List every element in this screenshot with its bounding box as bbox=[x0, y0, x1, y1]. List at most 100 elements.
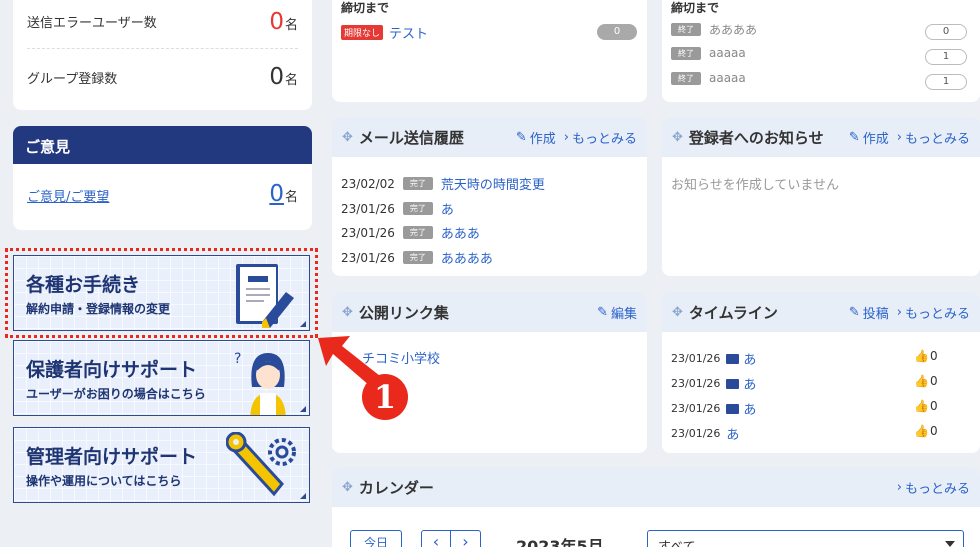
filter-select[interactable]: すべて bbox=[647, 530, 964, 547]
mail-date: 23/01/26 bbox=[341, 225, 395, 240]
thumbs-up-icon: 👍 bbox=[914, 424, 929, 438]
feedback-count[interactable]: 0 bbox=[269, 181, 284, 207]
panel-header: ✥ 公開リンク集 ✎ 編集 bbox=[332, 292, 647, 332]
calendar-panel: ✥ カレンダー ›もっとみる 今日 ‹ › 2023年5月 すべて bbox=[332, 467, 980, 547]
chevron-right-icon: › bbox=[896, 479, 902, 495]
like-number: 0 bbox=[929, 424, 938, 438]
panel-title: 公開リンク集 bbox=[358, 303, 449, 322]
timeline-post-link[interactable]: あ bbox=[726, 424, 739, 443]
send-error-count: 0 bbox=[269, 8, 284, 35]
mail-row: 23/02/02 完了 荒天時の時間変更 bbox=[341, 174, 545, 194]
drag-handle-icon[interactable]: ✥ bbox=[342, 130, 353, 145]
month-label: 2023年5月 bbox=[516, 537, 604, 547]
timeline-row: 23/01/26 あ bbox=[671, 399, 756, 418]
parent-support-button[interactable]: 保護者向けサポート ユーザーがお困りの場合はこちら ? bbox=[13, 340, 310, 416]
post-button[interactable]: ✎ 投稿 bbox=[849, 303, 889, 322]
like-number: 0 bbox=[929, 349, 938, 363]
mail-row: 23/01/26 完了 あああ bbox=[341, 223, 480, 243]
timeline-row: 23/01/26 あ bbox=[671, 374, 756, 393]
more-link[interactable]: › もっとみる bbox=[897, 303, 970, 322]
image-icon bbox=[726, 403, 740, 414]
deadline-item[interactable]: 終了 aaaaa bbox=[671, 46, 746, 60]
admin-support-title: 管理者向けサポート bbox=[26, 446, 198, 468]
like-count[interactable]: 👍 0 bbox=[914, 349, 938, 363]
deadline-item-title: aaaaa bbox=[709, 71, 746, 85]
more-link[interactable]: › もっとみる bbox=[897, 128, 970, 147]
like-count[interactable]: 👍 0 bbox=[914, 374, 938, 388]
deadline-header: 締切まで bbox=[341, 1, 390, 15]
chevron-right-icon: › bbox=[896, 129, 902, 145]
feedback-link[interactable]: ご意見/ご要望 bbox=[27, 186, 109, 205]
more-link[interactable]: › もっとみる bbox=[564, 128, 637, 147]
panel-title: カレンダー bbox=[358, 478, 434, 497]
pencil-icon: ✎ bbox=[515, 129, 527, 145]
pencil-icon: ✎ bbox=[848, 304, 860, 320]
more-label: もっとみる bbox=[904, 131, 970, 147]
drag-handle-icon[interactable]: ✥ bbox=[672, 305, 683, 320]
mail-row: 23/01/26 完了 あ bbox=[341, 199, 454, 219]
like-number: 0 bbox=[929, 399, 938, 413]
notices-panel: ✥ 登録者へのお知らせ ✎ 作成 › もっとみる お知らせを作成していません bbox=[662, 117, 980, 276]
mail-subject-link[interactable]: ああああ bbox=[441, 248, 493, 267]
group-count-label: グループ登録数 bbox=[27, 71, 118, 87]
timeline-date: 23/01/26 bbox=[671, 402, 721, 415]
empty-message: お知らせを作成していません bbox=[671, 178, 839, 193]
pencil-icon: ✎ bbox=[597, 304, 608, 320]
edit-button[interactable]: ✎ 編集 bbox=[597, 303, 637, 322]
send-error-unit: 名 bbox=[284, 17, 298, 33]
more-label: もっとみる bbox=[904, 306, 970, 322]
timeline-post-link[interactable]: あ bbox=[743, 374, 756, 393]
deadline-item[interactable]: 終了 aaaaa bbox=[671, 71, 746, 85]
today-button[interactable]: 今日 bbox=[350, 530, 402, 547]
timeline-date: 23/01/26 bbox=[671, 427, 721, 440]
status-badge: 終了 bbox=[671, 23, 701, 36]
panel-header: ✥ メール送信履歴 ✎ 作成 › もっとみる bbox=[332, 117, 647, 157]
count-pill: 1 bbox=[925, 74, 967, 90]
status-badge: 完了 bbox=[402, 202, 433, 215]
drag-handle-icon[interactable]: ✥ bbox=[342, 305, 353, 320]
more-label: もっとみる bbox=[571, 131, 637, 147]
timeline-post-link[interactable]: あ bbox=[743, 399, 756, 418]
create-button[interactable]: ✎ 作成 bbox=[849, 128, 889, 147]
prev-month-button[interactable]: ‹ bbox=[421, 530, 451, 547]
drag-handle-icon[interactable]: ✥ bbox=[672, 130, 683, 145]
group-count-row: グループ登録数 0 名 bbox=[27, 50, 298, 104]
status-badge: 完了 bbox=[402, 251, 433, 264]
like-count[interactable]: 👍 0 bbox=[914, 399, 938, 413]
corner-marker bbox=[300, 493, 306, 499]
more-label: もっとみる bbox=[904, 481, 970, 497]
thumbs-up-icon: 👍 bbox=[914, 374, 929, 388]
deadline-count-badge: 0 bbox=[597, 24, 637, 40]
drag-handle-icon[interactable]: ✥ bbox=[342, 480, 353, 495]
mail-date: 23/01/26 bbox=[341, 250, 395, 265]
edit-label: 編集 bbox=[610, 306, 637, 322]
more-link[interactable]: › もっとみる bbox=[897, 478, 970, 497]
deadline-item[interactable]: 終了 ああああ bbox=[671, 21, 757, 38]
next-month-button[interactable]: › bbox=[451, 530, 481, 547]
deadline-card-left: 締切まで 期限なし テスト 0 bbox=[332, 0, 647, 102]
admin-support-subtitle: 操作や運用についてはこちら bbox=[26, 474, 182, 488]
post-label: 投稿 bbox=[862, 306, 889, 322]
panel-header: ✥ タイムライン ✎ 投稿 › もっとみる bbox=[662, 292, 980, 332]
feedback-card: ご意見 ご意見/ご要望 0 名 bbox=[13, 126, 312, 230]
mail-subject-link[interactable]: あ bbox=[441, 199, 454, 218]
pencil-icon: ✎ bbox=[848, 129, 860, 145]
image-icon bbox=[726, 378, 740, 389]
parent-support-subtitle: ユーザーがお困りの場合はこちら bbox=[26, 387, 206, 401]
admin-support-button[interactable]: 管理者向けサポート 操作や運用についてはこちら bbox=[13, 427, 310, 503]
count-pill: 1 bbox=[925, 49, 967, 65]
deadline-item-link[interactable]: テスト bbox=[389, 23, 428, 42]
count-pill: 0 bbox=[925, 24, 967, 40]
panel-title: 登録者へのお知らせ bbox=[688, 128, 824, 147]
like-count[interactable]: 👍 0 bbox=[914, 424, 938, 438]
timeline-date: 23/01/26 bbox=[671, 352, 721, 365]
mail-subject-link[interactable]: あああ bbox=[441, 223, 480, 242]
timeline-row: 23/01/26 あ bbox=[671, 349, 756, 368]
create-button[interactable]: ✎ 作成 bbox=[516, 128, 556, 147]
panel-header: ✥ カレンダー › もっとみる bbox=[332, 467, 980, 507]
mail-subject-link[interactable]: 荒天時の時間変更 bbox=[441, 174, 545, 193]
timeline-post-link[interactable]: あ bbox=[743, 349, 756, 368]
deadline-item-title: aaaaa bbox=[709, 46, 746, 60]
feedback-unit: 名 bbox=[284, 190, 298, 205]
send-error-value: 0 名 bbox=[269, 9, 298, 35]
